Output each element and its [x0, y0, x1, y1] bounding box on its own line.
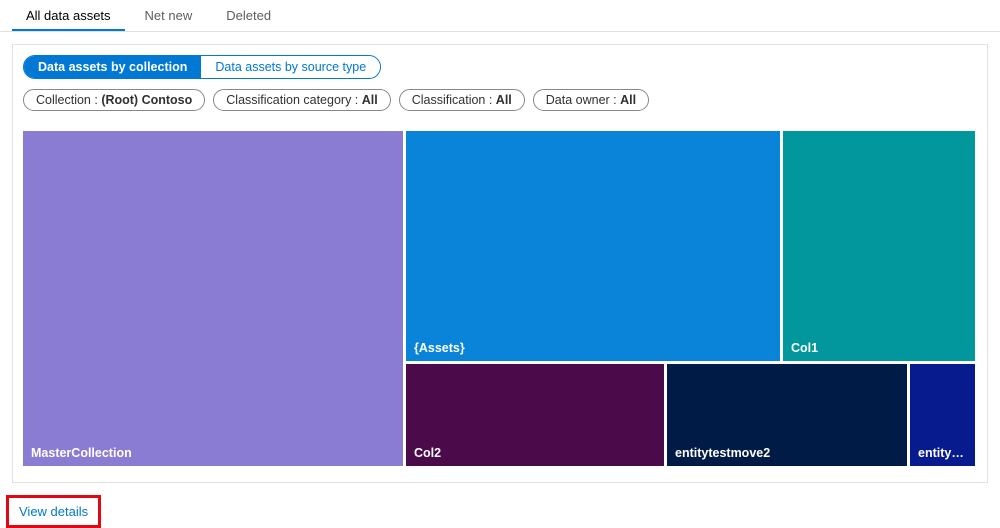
- treemap-tile-label: entitytestmove2: [675, 446, 770, 460]
- treemap-tile-etm2[interactable]: entitytestmove2: [667, 364, 907, 466]
- filter-classification[interactable]: Classification : All: [399, 89, 525, 111]
- filter-label: Classification :: [412, 93, 496, 107]
- filter-label: Data owner :: [546, 93, 620, 107]
- toggle-by-collection[interactable]: Data assets by collection: [24, 56, 201, 78]
- filter-value: (Root) Contoso: [101, 93, 192, 107]
- treemap-tile-label: Col1: [791, 341, 818, 355]
- toggle-by-source-type[interactable]: Data assets by source type: [201, 56, 380, 78]
- filter-classification-category[interactable]: Classification category : All: [213, 89, 390, 111]
- treemap-tile-master[interactable]: MasterCollection: [23, 131, 403, 466]
- content-panel: Data assets by collection Data assets by…: [12, 44, 988, 483]
- filter-label: Collection :: [36, 93, 101, 107]
- tabs-bar: All data assets Net new Deleted: [0, 0, 1000, 32]
- treemap-tile-col1[interactable]: Col1: [783, 131, 975, 361]
- tab-deleted[interactable]: Deleted: [212, 0, 285, 31]
- filter-collection[interactable]: Collection : (Root) Contoso: [23, 89, 205, 111]
- treemap-tile-label: entitytestmov...: [918, 446, 967, 460]
- footer-link-row: View details: [6, 495, 1000, 528]
- filter-row: Collection : (Root) Contoso Classificati…: [23, 89, 977, 111]
- filter-label: Classification category :: [226, 93, 361, 107]
- treemap-tile-label: MasterCollection: [31, 446, 132, 460]
- filter-value: All: [620, 93, 636, 107]
- treemap-tile-col2[interactable]: Col2: [406, 364, 664, 466]
- treemap-tile-assets[interactable]: {Assets}: [406, 131, 780, 361]
- treemap-tile-label: Col2: [414, 446, 441, 460]
- treemap-chart: MasterCollection {Assets} Col1 Col2 entityte…: [23, 131, 975, 466]
- view-details-link[interactable]: View details: [6, 495, 101, 528]
- filter-value: All: [362, 93, 378, 107]
- tab-all-data-assets[interactable]: All data assets: [12, 0, 125, 31]
- view-toggle: Data assets by collection Data assets by…: [23, 55, 977, 79]
- filter-data-owner[interactable]: Data owner : All: [533, 89, 649, 111]
- view-toggle-segment: Data assets by collection Data assets by…: [23, 55, 381, 79]
- filter-value: All: [496, 93, 512, 107]
- treemap-tile-label: {Assets}: [414, 341, 465, 355]
- tab-net-new[interactable]: Net new: [131, 0, 207, 31]
- treemap-tile-etmov[interactable]: entitytestmov...: [910, 364, 975, 466]
